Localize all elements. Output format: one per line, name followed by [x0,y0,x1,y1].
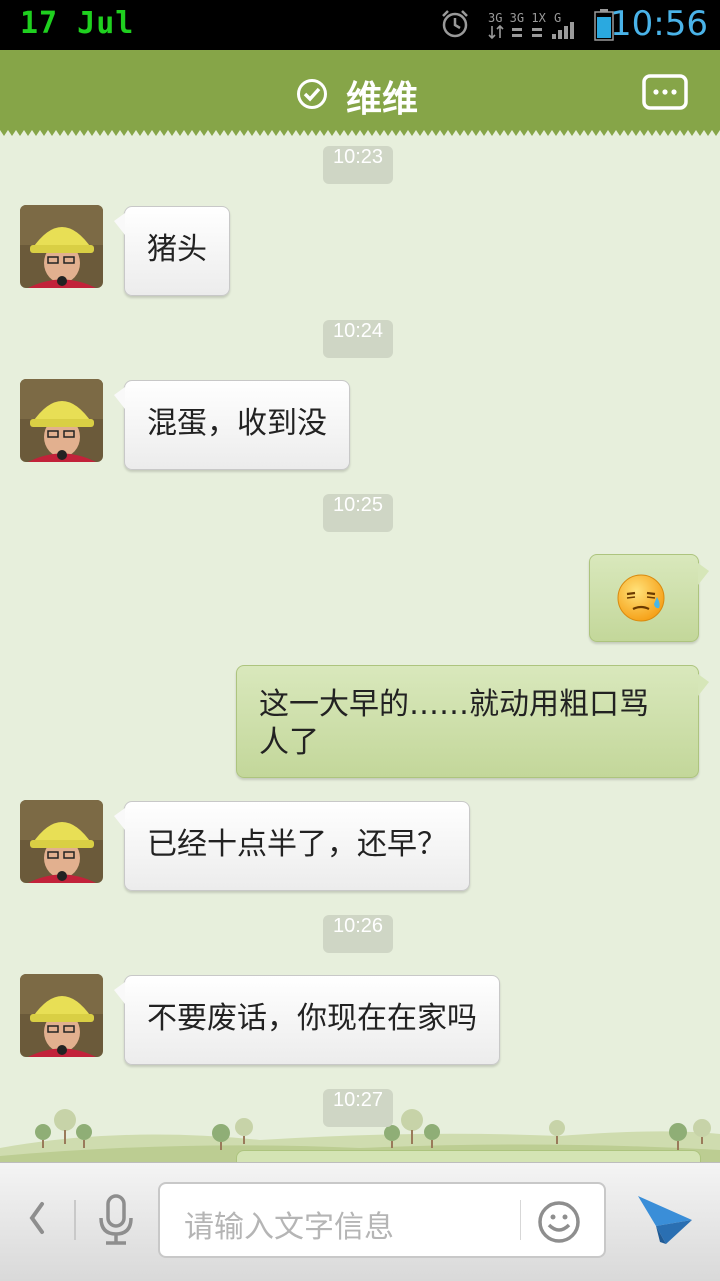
message-text: 混蛋，收到没 [147,406,327,441]
message-bubble-incoming[interactable]: 已经十点半了，还早？ [114,801,470,891]
message-text: 这一大早的……就动用粗口骂人了 [259,687,649,760]
message-text: 已经十点半了，还早？ [147,827,447,862]
message-bubble-incoming[interactable]: 猪头 [114,206,230,296]
sweat-annoyed-emoji [617,574,665,622]
timestamp: 10:24 [323,320,394,358]
svg-text:G: G [554,11,561,25]
contact-avatar[interactable] [20,205,103,288]
send-icon[interactable] [636,1192,694,1246]
smiley-icon[interactable] [537,1200,581,1244]
check-circle-icon [297,79,327,109]
timestamp: 10:27 [323,1089,394,1127]
timestamp: 10:26 [323,915,394,953]
message-text: 不要废话，你现在在家吗 [147,1001,477,1036]
message-input-placeholder: 请输入文字信息 [184,1210,394,1245]
message-text: 猪头 [147,232,207,267]
status-date: 17 Jul [20,6,135,41]
contact-avatar[interactable] [20,379,103,462]
alarm-icon [442,10,468,38]
contact-avatar[interactable] [20,800,103,883]
chat-menu-icon[interactable] [642,74,688,110]
message-bubble-outgoing[interactable]: 这一大早的……就动用粗口骂人了 [236,665,709,778]
input-divider [74,1200,76,1240]
timestamp: 10:25 [323,494,394,532]
message-bubble-incoming[interactable]: 混蛋，收到没 [114,380,350,470]
status-time: 10:56 [610,4,708,44]
back-chevron-icon[interactable] [22,1196,52,1240]
contact-avatar[interactable] [20,974,103,1057]
network-3g-icon: 3G 3G 1X G [488,11,574,40]
contact-name: 维维 [346,79,419,120]
input-separator [520,1200,521,1240]
microphone-icon[interactable] [96,1194,136,1246]
message-bubble-incoming[interactable]: 不要废话，你现在在家吗 [114,975,500,1065]
message-bubble-outgoing[interactable] [589,554,709,642]
header-zigzag-edge [0,128,720,136]
timestamp: 10:23 [323,146,394,184]
svg-text:3G 3G 1X: 3G 3G 1X [488,11,547,25]
